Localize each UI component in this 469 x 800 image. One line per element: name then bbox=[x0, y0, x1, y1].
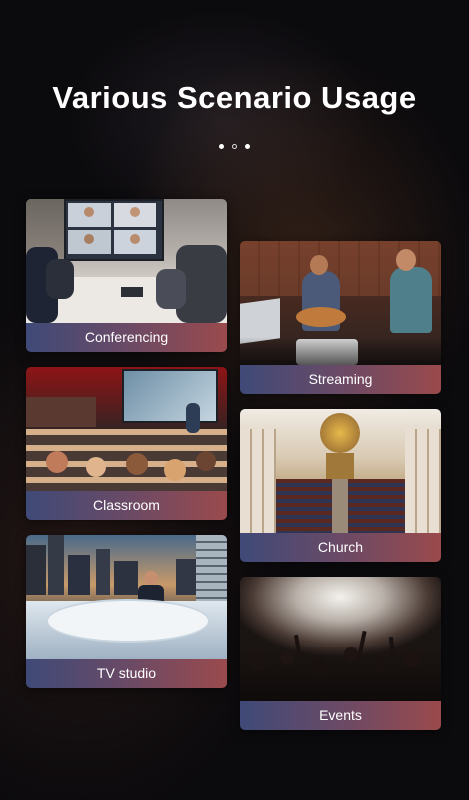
pagination-dot[interactable] bbox=[218, 144, 224, 149]
scenario-card-church[interactable]: Church bbox=[240, 409, 441, 562]
streaming-photo bbox=[240, 241, 441, 365]
scenario-label: Streaming bbox=[240, 365, 441, 394]
carousel-pagination[interactable] bbox=[0, 136, 469, 154]
scenario-label: TV studio bbox=[26, 659, 227, 688]
scenario-label: Events bbox=[240, 701, 441, 730]
scenario-card-events[interactable]: Events bbox=[240, 577, 441, 730]
scenario-card-streaming[interactable]: Streaming bbox=[240, 241, 441, 394]
events-photo bbox=[240, 577, 441, 701]
scenario-card-tv-studio[interactable]: TV studio bbox=[26, 535, 227, 688]
pagination-dot-active[interactable] bbox=[232, 144, 237, 149]
scenario-card-conferencing[interactable]: Conferencing bbox=[26, 199, 227, 352]
tv-studio-photo bbox=[26, 535, 227, 659]
conferencing-photo bbox=[26, 199, 227, 323]
scenario-card-classroom[interactable]: Classroom bbox=[26, 367, 227, 520]
classroom-photo bbox=[26, 367, 227, 491]
scenario-label: Classroom bbox=[26, 491, 227, 520]
church-photo bbox=[240, 409, 441, 533]
pagination-dot[interactable] bbox=[245, 144, 251, 149]
page-title: Various Scenario Usage bbox=[52, 80, 417, 115]
scenario-label: Conferencing bbox=[26, 323, 227, 352]
scenario-label: Church bbox=[240, 533, 441, 562]
